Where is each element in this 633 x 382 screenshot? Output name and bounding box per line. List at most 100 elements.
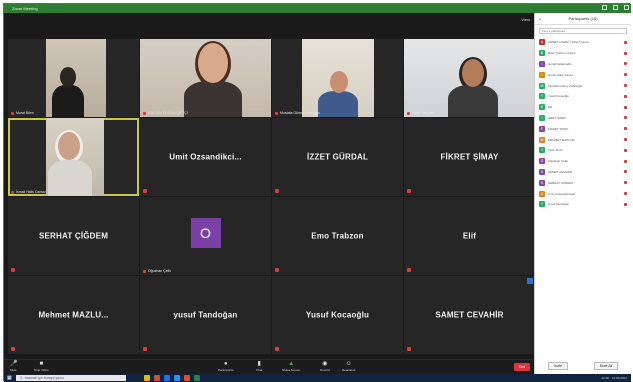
participant-name: Mustafa Güney Zuhlüoğlu xyxy=(548,83,583,88)
participant-name: AHMET HAMDİ YÜZLÜ (Host) xyxy=(548,40,589,45)
participant-row[interactable]: M Mustafa Güney Zuhlüoğlu xyxy=(539,80,627,91)
participant-tile[interactable]: Yasin Yalçıner xyxy=(404,39,535,117)
participants-icon: ● xyxy=(224,361,228,367)
participant-name: İZZET GÜRDAL xyxy=(306,152,369,162)
participant-tile[interactable]: Umit Ozsandikci... xyxy=(140,118,271,196)
participant-row[interactable]: Yyusuf Tandoğan xyxy=(539,199,627,210)
participant-tile[interactable]: yusuf Tandoğan xyxy=(140,276,271,354)
muted-mic-icon xyxy=(275,189,279,193)
file-explorer-icon[interactable] xyxy=(144,375,150,381)
mute-all-button[interactable]: Mute All xyxy=(593,362,619,370)
share-screen-button[interactable]: ▲ Share Screen xyxy=(282,361,300,372)
participant-tile[interactable]: Mustafa Güney Zuhlüoğlu xyxy=(272,39,403,117)
participant-tile[interactable]: Mehmet MAZLU... xyxy=(8,276,139,354)
windows-start-icon[interactable]: ▦ xyxy=(7,375,13,381)
participant-avatar: M xyxy=(539,82,545,89)
mute-button[interactable]: 🎤 Mute xyxy=(10,361,18,372)
window-controls xyxy=(602,5,629,10)
participant-avatar: Y xyxy=(539,201,545,208)
participant-avatar: İ xyxy=(539,60,545,67)
participant-tile[interactable]: İZZET GÜRDAL xyxy=(272,118,403,196)
participant-name: Yasin Ercin xyxy=(548,148,563,153)
participant-name: Yusuf Kocaoğlu xyxy=(548,94,569,99)
participant-row[interactable]: İ İsmail Halis Cansız xyxy=(539,69,627,80)
chrome-icon[interactable] xyxy=(154,375,160,381)
participant-row[interactable]: U Umit Ozsandikcioglu xyxy=(539,188,627,199)
end-meeting-button[interactable]: End xyxy=(514,363,530,371)
participant-row[interactable]: O Oğuzhan Çelik xyxy=(539,156,627,167)
excel-icon[interactable] xyxy=(194,375,200,381)
participant-row[interactable]: Y Yasin Ercin xyxy=(539,145,627,156)
participant-name: Mustafa Güney Zuhlüoğlu xyxy=(280,111,321,115)
participant-name: SERHAT ÇİĞDEM xyxy=(38,231,109,241)
participant-name: MEHMET MAZLUM xyxy=(548,137,575,142)
system-tray: 21:36 17.06.2021 xyxy=(601,374,627,382)
muted-mic-icon xyxy=(407,268,411,272)
record-button[interactable]: ◉ Record xyxy=(320,361,330,372)
chat-button[interactable]: ▮ Chat xyxy=(256,361,262,372)
participant-name: Mehmet MAZLU... xyxy=(38,310,109,320)
participant-row[interactable]: İ İsmail Kalkanoğlu xyxy=(539,59,627,70)
muted-mic-icon xyxy=(11,268,15,272)
participant-row[interactable]: S SERHAT ÇİĞDEM xyxy=(539,177,627,188)
zoom-window: Zoom Meeting View Murat Bilen GÜLTEN ERGU… xyxy=(3,3,631,382)
participant-row[interactable]: F FİKRET ŞİMAY xyxy=(539,123,627,134)
participant-name-label: Oğuzhan Çelik xyxy=(143,269,171,273)
maximize-button[interactable] xyxy=(613,5,618,10)
participant-tile[interactable]: FİKRET ŞİMAY xyxy=(404,118,535,196)
muted-mic-icon xyxy=(624,40,627,44)
participant-tile[interactable]: Emo Trabzon xyxy=(272,197,403,275)
participant-row[interactable]: A AHMET HAMDİ YÜZLÜ (Host) xyxy=(539,37,627,48)
participant-video xyxy=(404,39,535,117)
edge-icon[interactable] xyxy=(164,375,170,381)
participants-button[interactable]: ● Participants xyxy=(218,361,234,372)
zoom-taskbar-icon[interactable] xyxy=(174,375,180,381)
participant-row[interactable]: S SAMET CEVAHİR xyxy=(539,167,627,178)
participant-tile[interactable]: O Oğuzhan Çelik xyxy=(140,197,271,275)
participants-header: ⌄ Participants (16) xyxy=(535,13,631,25)
panel-footer: Invite Mute All xyxy=(535,362,631,370)
taskbar-search-input[interactable]: ⚲ Aramak için buraya yazın xyxy=(16,375,126,381)
stop-video-button[interactable]: ■ Stop Video xyxy=(34,361,49,372)
participant-avatar: İ xyxy=(539,114,545,121)
participant-tile[interactable]: Elif xyxy=(404,197,535,275)
participant-avatar: M xyxy=(539,136,545,143)
muted-mic-icon xyxy=(624,105,627,109)
office-icon[interactable] xyxy=(184,375,190,381)
participant-row[interactable]: İ İZZET ŞİMAY xyxy=(539,113,627,124)
participant-tile[interactable]: Murat Bilen xyxy=(8,39,139,117)
participant-name: yusuf Tandoğan xyxy=(548,202,570,207)
muted-mic-icon xyxy=(143,269,146,273)
invite-button[interactable]: Invite xyxy=(547,362,569,370)
participant-avatar: İ xyxy=(539,71,545,78)
participant-avatar: S xyxy=(539,179,545,186)
muted-mic-icon xyxy=(143,347,147,351)
participant-search-input[interactable]: Find a participant xyxy=(539,28,627,34)
participant-row[interactable]: Y Yusuf Kocaoğlu xyxy=(539,91,627,102)
muted-mic-icon xyxy=(624,202,627,206)
view-button[interactable]: View xyxy=(521,17,530,22)
meeting-toolbar: 🎤 Mute ■ Stop Video ● Participants ▮ Cha… xyxy=(4,359,534,374)
muted-mic-icon xyxy=(407,111,410,115)
minimize-button[interactable] xyxy=(602,5,607,10)
muted-mic-icon xyxy=(275,268,279,272)
participant-row[interactable]: E Elif xyxy=(539,102,627,113)
participant-row[interactable]: B Buse Trabzon (Host) xyxy=(539,48,627,59)
muted-mic-icon xyxy=(143,111,146,115)
participant-name: GÜLTEN ERGUN ÇİFTÇİ xyxy=(148,111,188,115)
participant-row[interactable]: M MEHMET MAZLUM xyxy=(539,134,627,145)
participant-tile[interactable]: Yusuf Kocaoğlu xyxy=(272,276,403,354)
participant-tile[interactable]: SAMET CEVAHİR xyxy=(404,276,535,354)
participant-name-label: GÜLTEN ERGUN ÇİFTÇİ xyxy=(143,111,188,115)
participant-tile[interactable]: GÜLTEN ERGUN ÇİFTÇİ xyxy=(140,39,271,117)
participant-tile[interactable]: SERHAT ÇİĞDEM xyxy=(8,197,139,275)
reactions-button[interactable]: ☺ Reactions xyxy=(342,361,355,372)
chat-icon: ▮ xyxy=(257,361,261,367)
muted-mic-icon xyxy=(11,111,14,115)
participant-avatar: U xyxy=(539,190,545,197)
participant-tile[interactable]: İsmail Halis Cansız xyxy=(8,118,139,196)
muted-mic-icon xyxy=(143,189,147,193)
muted-mic-icon xyxy=(624,192,627,196)
chevron-down-icon[interactable]: ⌄ xyxy=(538,16,542,22)
close-button[interactable] xyxy=(624,5,629,10)
